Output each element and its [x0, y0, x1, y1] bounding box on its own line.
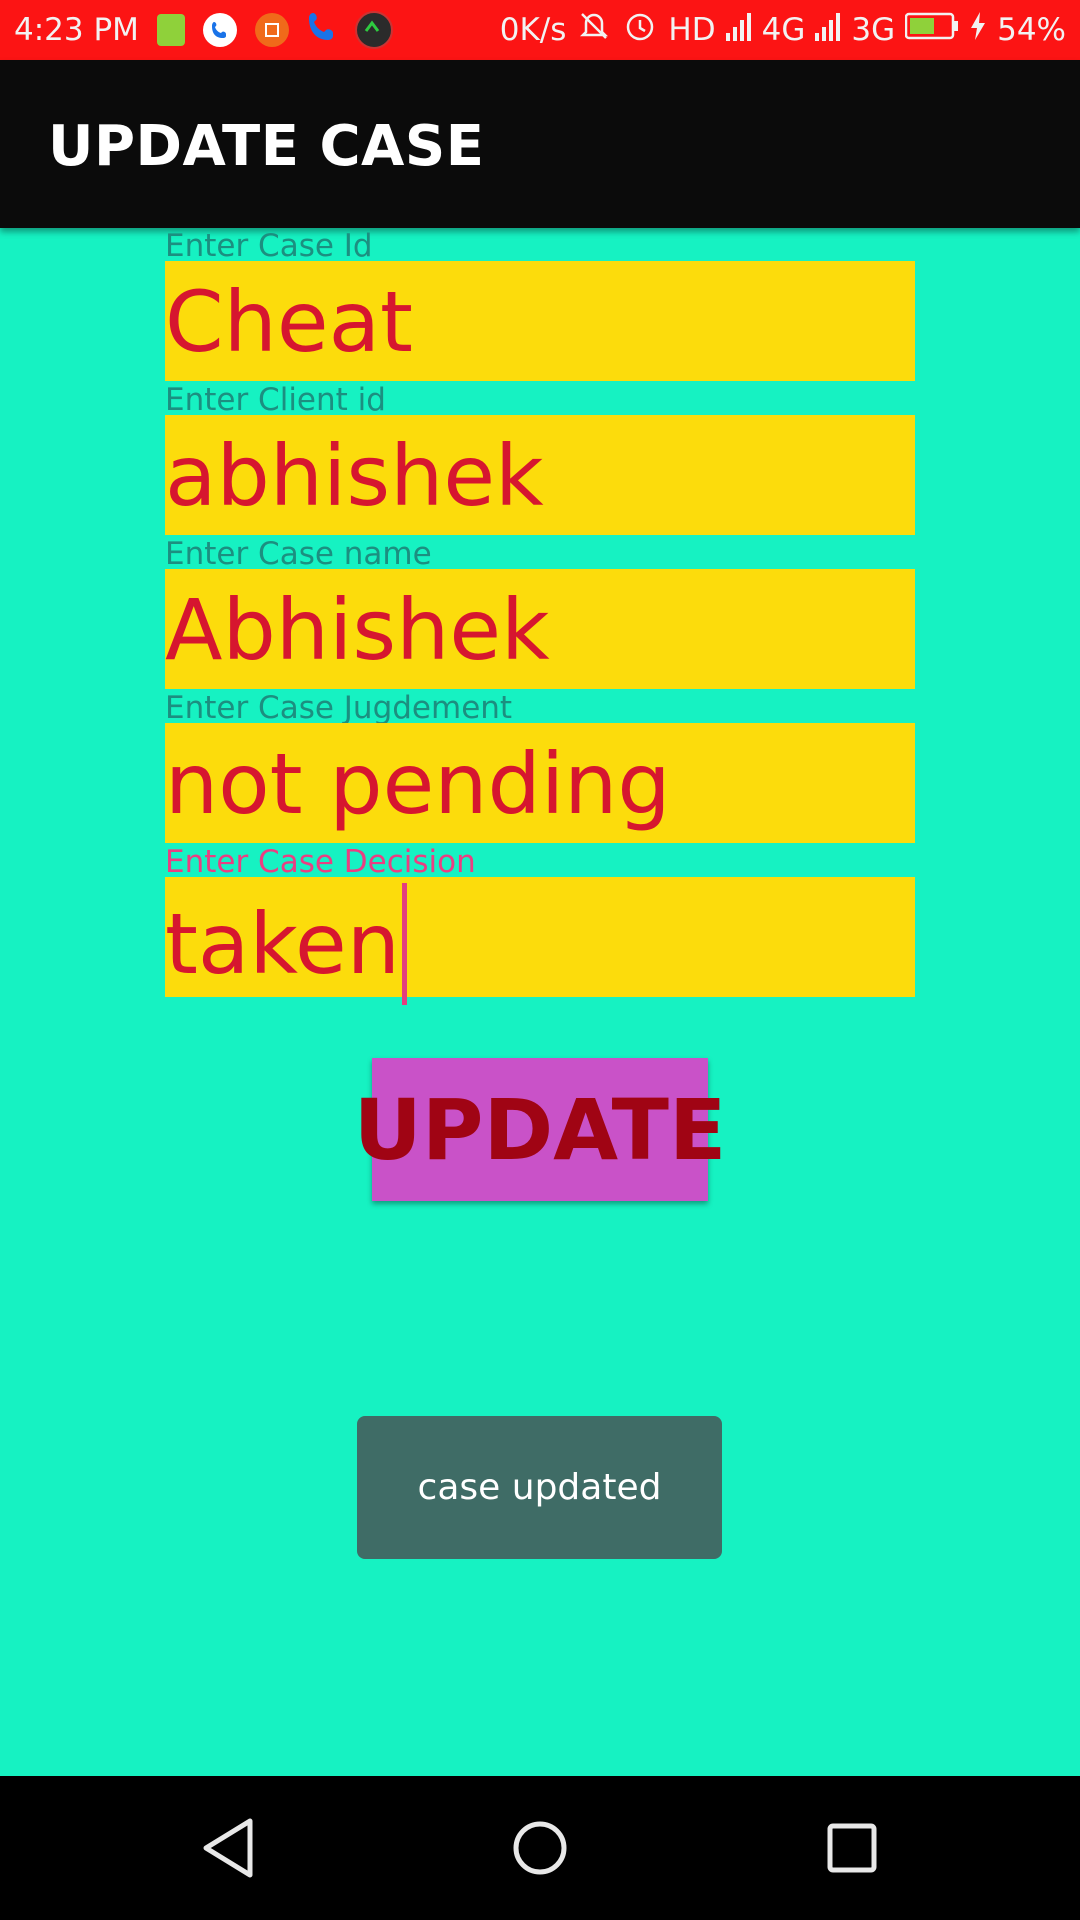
call-icon	[307, 9, 337, 51]
recents-icon	[827, 1823, 877, 1873]
charging-icon	[969, 11, 987, 49]
page-title: UPDATE CASE	[48, 114, 485, 179]
case-decision-value: taken	[165, 895, 400, 993]
case-judgement-label: Enter Case Jugdement	[165, 690, 513, 726]
case-id-label: Enter Case Id	[165, 228, 373, 264]
network-3g: 3G	[851, 12, 896, 48]
signal-icon	[815, 11, 841, 49]
screenshot-icon	[254, 13, 289, 47]
toast-message: case updated	[357, 1416, 722, 1559]
notification-app-icon	[156, 14, 185, 46]
recents-button[interactable]	[802, 1798, 902, 1898]
battery-icon	[904, 12, 959, 48]
text-cursor	[401, 883, 407, 1005]
phone-icon	[202, 13, 237, 47]
case-judgement-input[interactable]: not pending	[165, 723, 915, 843]
case-judgement-value: not pending	[165, 735, 671, 833]
case-name-input[interactable]: Abhishek	[165, 569, 915, 689]
home-button[interactable]	[490, 1798, 590, 1898]
recorder-icon	[354, 11, 393, 49]
navigation-bar	[0, 1776, 1080, 1920]
case-name-label: Enter Case name	[165, 536, 432, 572]
client-id-input[interactable]: abhishek	[165, 415, 915, 535]
home-icon	[513, 1821, 567, 1875]
back-button[interactable]	[178, 1798, 278, 1898]
case-name-value: Abhishek	[165, 581, 550, 679]
client-id-label: Enter Client id	[165, 382, 386, 418]
status-bar: 4:23 PM 0K/s HD 4G 3G 54%	[0, 0, 1080, 60]
alarm-icon	[622, 8, 658, 52]
case-id-input[interactable]: Cheat	[165, 261, 915, 381]
case-decision-label: Enter Case Decision	[165, 844, 476, 880]
update-button[interactable]: UPDATE	[354, 1058, 726, 1201]
update-case-form: Enter Case Id Cheat Enter Client id abhi…	[0, 228, 1080, 1776]
back-icon	[203, 1818, 253, 1878]
app-bar: UPDATE CASE	[0, 60, 1080, 228]
battery-level: 54%	[997, 12, 1066, 48]
mute-icon	[576, 8, 612, 52]
signal-icon	[725, 11, 752, 49]
case-id-value: Cheat	[165, 273, 413, 371]
network-speed: 0K/s	[499, 12, 567, 48]
network-4g: 4G	[761, 12, 806, 48]
network-hd: HD	[668, 12, 716, 48]
status-time: 4:23 PM	[14, 12, 139, 48]
client-id-value: abhishek	[165, 427, 544, 525]
case-decision-input[interactable]: taken	[165, 877, 915, 1005]
case-decision-value-wrap: taken	[165, 883, 407, 1005]
